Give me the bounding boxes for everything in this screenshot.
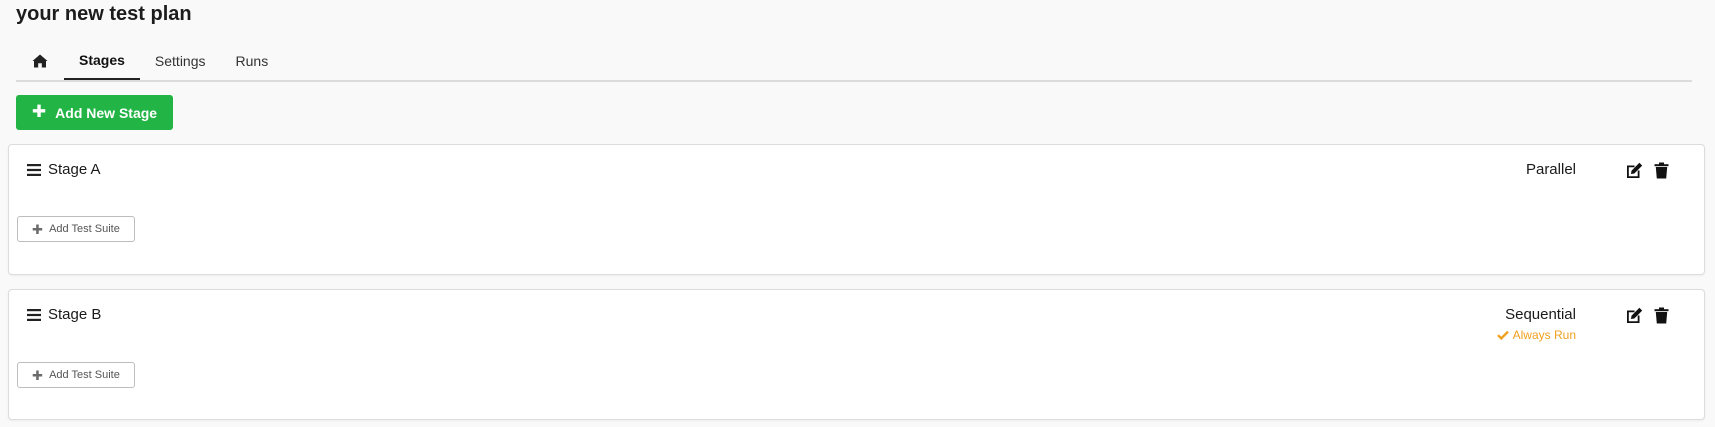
add-test-suite-button[interactable]: ✚ Add Test Suite xyxy=(17,362,135,388)
add-test-suite-button[interactable]: ✚ Add Test Suite xyxy=(17,216,135,242)
edit-icon[interactable] xyxy=(1626,307,1643,324)
stage-name: Stage A xyxy=(48,161,101,178)
stage-actions xyxy=(1626,307,1670,324)
plus-icon: ✚ xyxy=(32,367,44,383)
add-new-stage-label: Add New Stage xyxy=(55,104,158,121)
stage-actions xyxy=(1626,162,1670,179)
stage-header: Stage A xyxy=(27,161,101,178)
tab-stages[interactable]: Stages xyxy=(64,42,140,80)
drag-handle-icon[interactable] xyxy=(27,163,41,176)
tab-bar: Stages Settings Runs xyxy=(16,42,1692,82)
stage-card-b: Stage B Sequential Always Run ✚ Add Test… xyxy=(8,289,1705,420)
tab-runs[interactable]: Runs xyxy=(221,42,284,80)
always-run-label: Always Run xyxy=(1512,328,1576,342)
always-run-indicator: Always Run xyxy=(1496,328,1576,342)
stage-name: Stage B xyxy=(48,306,102,323)
home-icon xyxy=(32,54,48,68)
plus-icon: ✚ xyxy=(31,102,47,121)
trash-icon[interactable] xyxy=(1653,162,1670,179)
check-icon xyxy=(1496,330,1509,340)
drag-handle-icon[interactable] xyxy=(27,308,41,321)
trash-icon[interactable] xyxy=(1653,307,1670,324)
edit-icon[interactable] xyxy=(1626,162,1643,179)
stage-mode-label: Sequential xyxy=(1505,306,1576,323)
page-title: your new test plan xyxy=(16,3,192,25)
tab-settings[interactable]: Settings xyxy=(140,42,221,80)
add-new-stage-button[interactable]: ✚ Add New Stage xyxy=(16,95,173,130)
add-test-suite-label: Add Test Suite xyxy=(49,223,120,235)
stage-header: Stage B xyxy=(27,306,101,323)
stage-mode: Sequential Always Run xyxy=(1496,305,1576,342)
plus-icon: ✚ xyxy=(32,221,44,237)
test-plan-page: your new test plan Stages Settings Runs … xyxy=(0,0,1715,427)
stage-mode: Parallel xyxy=(1526,160,1576,180)
stage-mode-label: Parallel xyxy=(1525,161,1576,178)
add-test-suite-label: Add Test Suite xyxy=(49,369,120,381)
tab-home[interactable] xyxy=(16,42,64,80)
stage-card-a: Stage A Parallel ✚ Add Test Suite xyxy=(8,144,1705,275)
